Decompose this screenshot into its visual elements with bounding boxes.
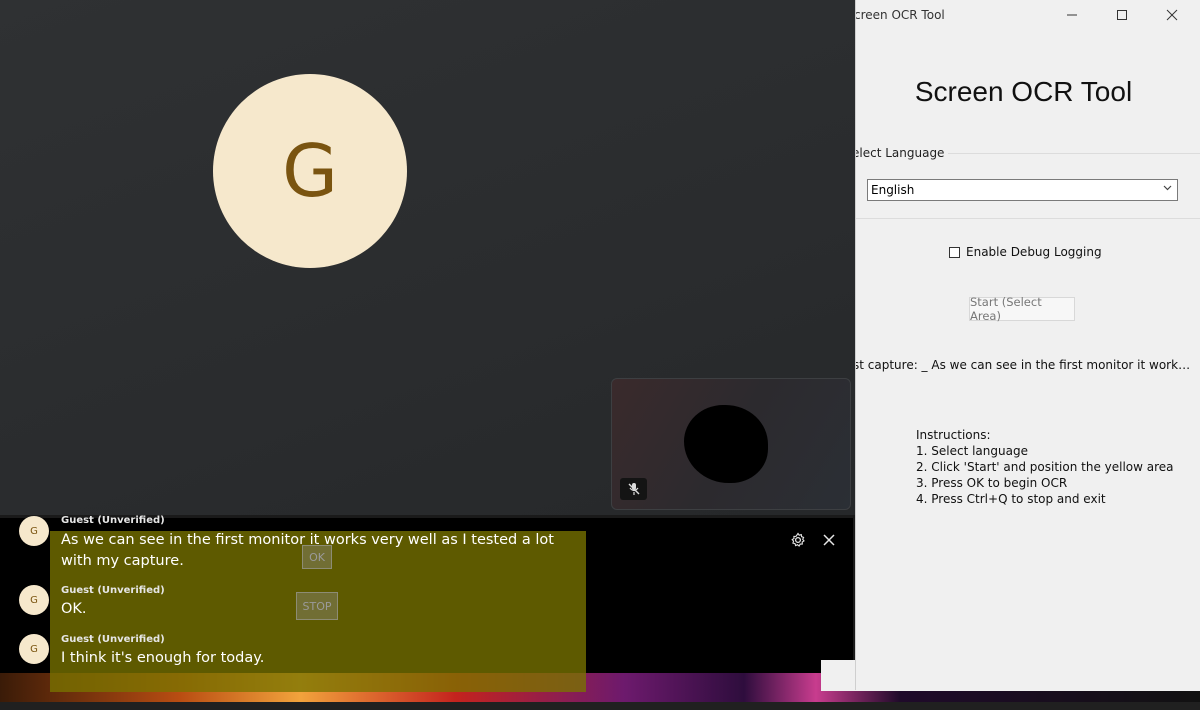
self-view-video <box>684 405 768 483</box>
caption-speaker-name: Guest (Unverified) <box>61 515 165 526</box>
group-divider <box>948 153 1200 154</box>
maximize-button[interactable] <box>1107 4 1137 26</box>
instruction-step: 1. Select language <box>916 444 1028 458</box>
taskbar <box>0 702 1200 710</box>
close-icon[interactable] <box>819 530 839 550</box>
caption-speaker-name: Guest (Unverified) <box>61 585 165 596</box>
last-capture-text: st capture: _ As we can see in the first… <box>855 358 1195 372</box>
instruction-step: 4. Press Ctrl+Q to stop and exit <box>916 492 1106 506</box>
debug-logging-row[interactable]: Enable Debug Logging <box>949 245 1102 259</box>
debug-logging-checkbox[interactable] <box>949 246 960 258</box>
debug-logging-label: Enable Debug Logging <box>966 245 1102 259</box>
window-title: creen OCR Tool <box>855 8 945 22</box>
language-select-value: English <box>871 183 915 197</box>
close-window-button[interactable] <box>1157 4 1187 26</box>
self-view-tile[interactable] <box>611 378 851 510</box>
chevron-down-icon <box>1162 182 1173 196</box>
instructions: Instructions: 1. Select language 2. Clic… <box>916 427 1174 507</box>
ocr-stop-button[interactable]: STOP <box>296 592 338 620</box>
group-divider <box>856 218 1200 219</box>
instruction-step: 2. Click 'Start' and position the yellow… <box>916 460 1174 474</box>
caption-avatar: G <box>19 516 49 546</box>
gear-icon[interactable] <box>788 530 808 550</box>
caption-text: I think it's enough for today. <box>61 650 265 666</box>
mic-off-icon <box>620 478 647 500</box>
ocr-tool-window: creen OCR Tool Screen OCR Tool elect Lan… <box>855 0 1200 690</box>
language-select[interactable]: English <box>867 179 1178 201</box>
meeting-stage: G <box>0 0 855 515</box>
ocr-ok-button[interactable]: OK <box>302 545 332 569</box>
title-bar[interactable]: creen OCR Tool <box>856 0 1200 30</box>
instructions-title: Instructions: <box>916 428 991 442</box>
caption-speaker-name: Guest (Unverified) <box>61 634 165 645</box>
instruction-step: 3. Press OK to begin OCR <box>916 476 1068 490</box>
start-button[interactable]: Start (Select Area) <box>969 295 1075 323</box>
caption-avatar: G <box>19 634 49 664</box>
app-heading: Screen OCR Tool <box>914 76 1133 107</box>
participant-avatar: G <box>213 74 407 268</box>
minimize-button[interactable] <box>1057 4 1087 26</box>
caption-avatar: G <box>19 585 49 615</box>
language-group-label: elect Language <box>855 146 945 160</box>
